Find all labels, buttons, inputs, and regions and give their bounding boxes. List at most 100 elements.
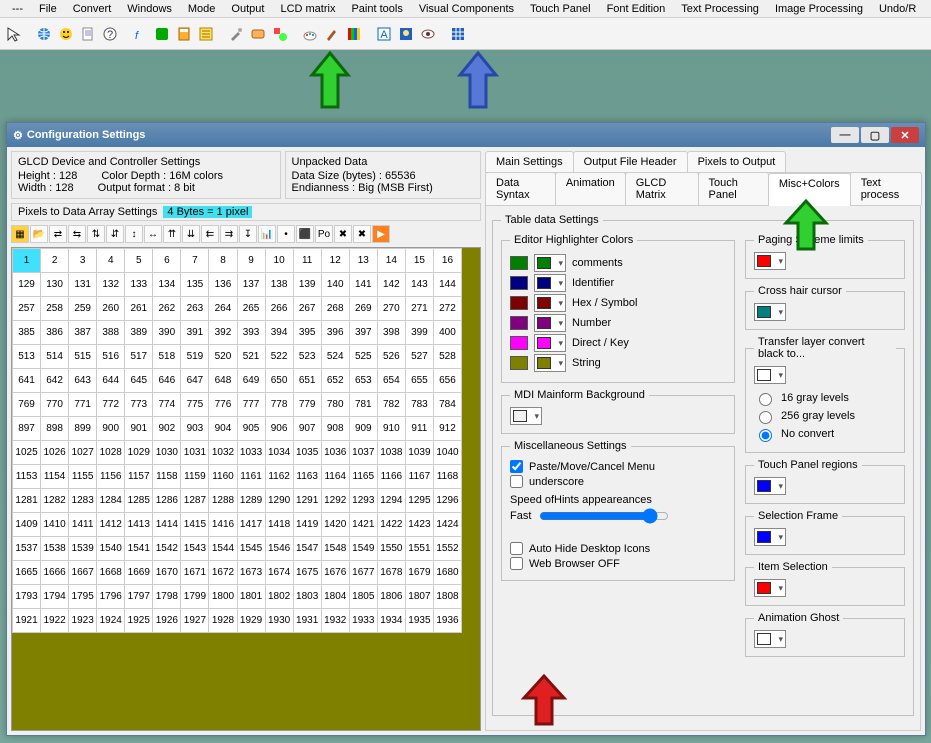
grid-cell[interactable]: 1285 [125,489,153,513]
mini-tb-3[interactable]: ⇆ [68,225,86,243]
mini-tb-17[interactable]: ✖ [334,225,352,243]
grid-cell[interactable]: 1284 [97,489,125,513]
mini-tb-8[interactable]: ⇈ [163,225,181,243]
editor-color-identifier[interactable]: Identifier [510,274,726,292]
grid-cell[interactable]: 400 [433,321,461,345]
menu--[interactable]: --- [4,3,31,15]
grid-cell[interactable]: 1034 [265,441,293,465]
sf-color-dd[interactable] [754,528,786,546]
grid-cell[interactable]: 1416 [209,513,237,537]
bulb-icon[interactable] [396,24,416,44]
grid-cell[interactable]: 1672 [209,561,237,585]
grid-cell[interactable]: 651 [293,369,321,393]
grid-cell[interactable]: 1157 [125,465,153,489]
grid-cell[interactable]: 775 [181,393,209,417]
help-icon[interactable]: ? [100,24,120,44]
grid-cell[interactable]: 130 [41,273,69,297]
menu-output[interactable]: Output [223,3,272,15]
grid-cell[interactable]: 1666 [41,561,69,585]
grid-cell[interactable]: 902 [153,417,181,441]
grid-cell[interactable]: 387 [69,321,97,345]
grid-cell[interactable]: 1409 [13,513,41,537]
paste-menu-check[interactable]: Paste/Move/Cancel Menu [510,460,726,473]
grid-cell[interactable]: 129 [13,273,41,297]
grid-cell[interactable]: 1413 [125,513,153,537]
xfer-dd[interactable] [754,366,786,384]
grid-cell[interactable]: 524 [321,345,349,369]
grid-cell[interactable]: 1922 [41,609,69,633]
globe-icon[interactable] [34,24,54,44]
grid-cell[interactable]: 1037 [349,441,377,465]
menu-mode[interactable]: Mode [180,3,224,15]
editor-color-string[interactable]: String [510,354,726,372]
grid-cell[interactable]: 515 [69,345,97,369]
grid-cell[interactable]: 266 [265,297,293,321]
grid-cell[interactable]: 1291 [293,489,321,513]
grid-cell[interactable]: 1806 [377,585,405,609]
mini-tb-9[interactable]: ⇊ [182,225,200,243]
grid-cell[interactable]: 2 [41,249,69,273]
grid-cell[interactable]: 269 [349,297,377,321]
grid-cell[interactable]: 1925 [125,609,153,633]
grid-cell[interactable]: 1931 [293,609,321,633]
grid-cell[interactable]: 1549 [349,537,377,561]
grid-cell[interactable]: 1808 [433,585,461,609]
grid-cell[interactable]: 1166 [377,465,405,489]
grid-cell[interactable]: 656 [433,369,461,393]
mini-tb-1[interactable]: 📂 [30,225,48,243]
grid-cell[interactable]: 649 [237,369,265,393]
mini-tb-14[interactable]: • [277,225,295,243]
brush-icon[interactable] [322,24,342,44]
grid-cell[interactable]: 655 [405,369,433,393]
grid-cell[interactable]: 781 [349,393,377,417]
xfer-opt-1[interactable]: 256 gray levels [754,408,896,424]
grid-cell[interactable]: 258 [41,297,69,321]
grid-cell[interactable]: 1167 [405,465,433,489]
grid-cell[interactable]: 14 [377,249,405,273]
menu-image-processing[interactable]: Image Processing [767,3,871,15]
grid-cell[interactable]: 263 [181,297,209,321]
grid-cell[interactable]: 910 [377,417,405,441]
grid-cell[interactable]: 1796 [97,585,125,609]
grid-cell[interactable]: 388 [97,321,125,345]
grid-cell[interactable]: 1551 [405,537,433,561]
grid-cell[interactable]: 397 [349,321,377,345]
grid-cell[interactable]: 1028 [97,441,125,465]
grid-cell[interactable]: 1288 [209,489,237,513]
menu-visual-components[interactable]: Visual Components [411,3,522,15]
menu-windows[interactable]: Windows [119,3,180,15]
grid-cell[interactable]: 526 [377,345,405,369]
grid-cell[interactable]: 1035 [293,441,321,465]
green-box-icon[interactable] [152,24,172,44]
mini-tb-19[interactable]: ▶ [372,225,390,243]
grid-cell[interactable]: 1165 [349,465,377,489]
grid-cell[interactable]: 1036 [321,441,349,465]
grid-cell[interactable]: 1153 [13,465,41,489]
grid-cell[interactable]: 1804 [321,585,349,609]
shapes-icon[interactable] [270,24,290,44]
smiley-icon[interactable] [56,24,76,44]
grid-cell[interactable]: 653 [349,369,377,393]
grid-cell[interactable]: 1040 [433,441,461,465]
grid-cell[interactable]: 643 [69,369,97,393]
grid-cell[interactable]: 642 [41,369,69,393]
grid-cell[interactable]: 1924 [97,609,125,633]
grid-cell[interactable]: 1539 [69,537,97,561]
grid-cell[interactable]: 1289 [237,489,265,513]
grid-cell[interactable]: 1930 [265,609,293,633]
grid-cell[interactable]: 912 [433,417,461,441]
grid-cell[interactable]: 1538 [41,537,69,561]
grid-cell[interactable]: 1799 [181,585,209,609]
grid-cell[interactable]: 1423 [405,513,433,537]
grid-cell[interactable]: 906 [265,417,293,441]
menu-file[interactable]: File [31,3,65,15]
grid-cell[interactable]: 6 [153,249,181,273]
grid-cell[interactable]: 519 [181,345,209,369]
grid-cell[interactable]: 644 [97,369,125,393]
grid-cell[interactable]: 528 [433,345,461,369]
grid-cell[interactable]: 395 [293,321,321,345]
grid-cell[interactable]: 1281 [13,489,41,513]
grid-cell[interactable]: 1163 [293,465,321,489]
mini-tb-11[interactable]: ⇉ [220,225,238,243]
grid-cell[interactable]: 522 [265,345,293,369]
